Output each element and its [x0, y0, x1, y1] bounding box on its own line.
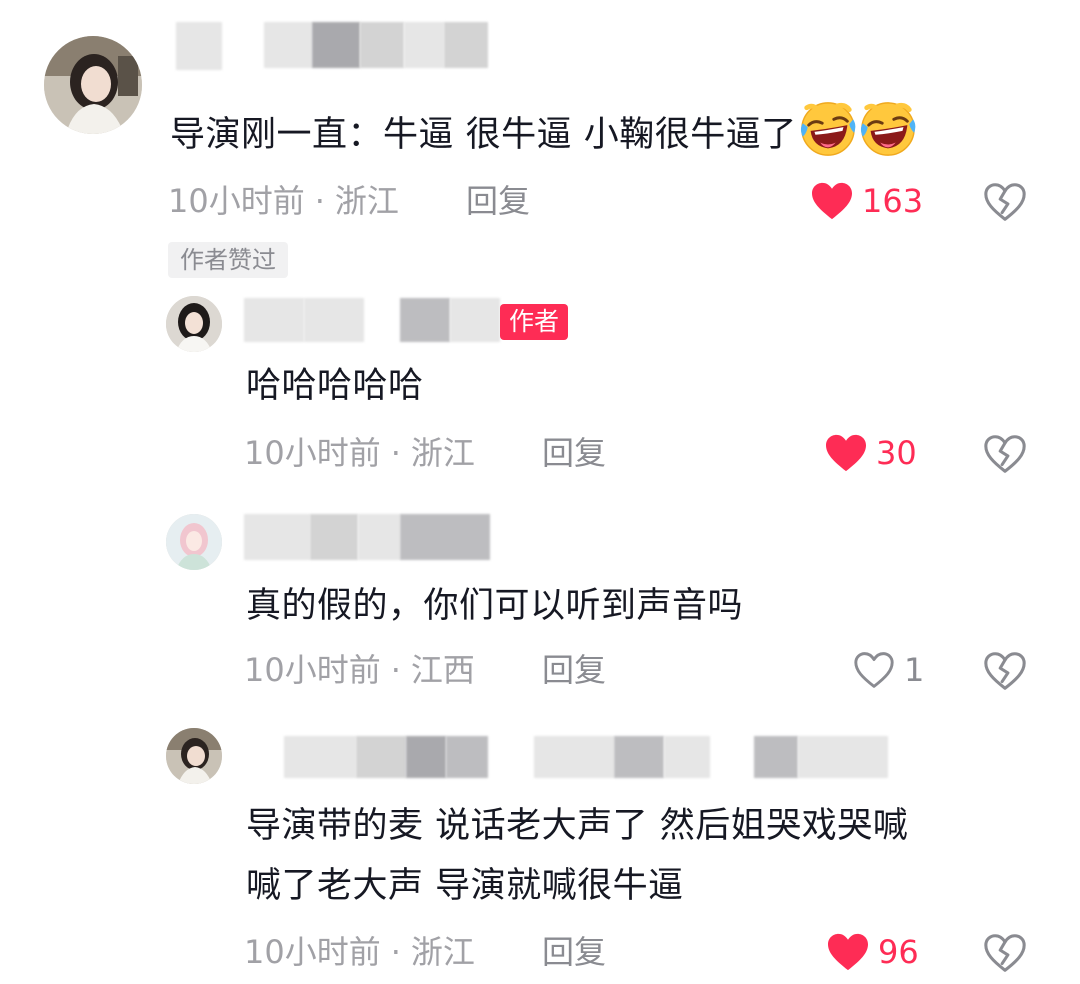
comment-time: 10小时前 [244, 651, 381, 689]
comment-text-line: 喊了老大声 导演就喊很牛逼 [246, 866, 684, 906]
avatar-image-icon [166, 296, 222, 352]
comment-item: 作者 哈哈哈哈哈 10小时前 · 浙江 回复 30 [0, 290, 1080, 490]
comment-meta: 10小时前 · 江西 [244, 650, 475, 690]
like-button[interactable]: 163 [810, 179, 923, 223]
comment-item: 真的假的，你们可以听到声音吗 10小时前 · 江西 回复 1 [0, 510, 1080, 710]
comment-meta: 10小时前 · 浙江 [168, 181, 399, 221]
comment-location: 浙江 [334, 182, 399, 220]
comment-text: 哈哈哈哈哈 [246, 366, 424, 406]
comment-location: 浙江 [410, 434, 475, 472]
comment-text: 导演带的麦 说话老大声了 然后姐哭戏哭喊 喊了老大声 导演就喊很牛逼 [246, 796, 908, 916]
author-badge: 作者 [500, 304, 569, 340]
reply-button[interactable]: 回复 [542, 433, 606, 473]
meta-dot: · [390, 933, 401, 971]
reply-button[interactable]: 回复 [466, 181, 530, 221]
like-count: 30 [876, 434, 917, 472]
dislike-icon[interactable] [982, 649, 1028, 693]
avatar[interactable] [166, 728, 222, 784]
author-liked-tag: 作者赞过 [168, 242, 288, 278]
comment-time: 10小时前 [168, 182, 305, 220]
username-redacted[interactable] [244, 298, 514, 346]
avatar-image-icon [166, 728, 222, 784]
comment-location: 江西 [410, 651, 475, 689]
username-redacted[interactable] [244, 736, 894, 784]
rofl-emoji-icon [859, 100, 917, 158]
avatar[interactable] [166, 514, 222, 570]
heart-outline-icon [852, 650, 896, 690]
username-redacted[interactable] [244, 514, 494, 562]
reply-button[interactable]: 回复 [542, 650, 606, 690]
avatar-image-icon [166, 514, 222, 570]
comment-time: 10小时前 [244, 933, 381, 971]
avatar[interactable] [166, 296, 222, 352]
heart-filled-icon [824, 433, 868, 473]
rofl-emoji-icon [799, 100, 857, 158]
like-button[interactable]: 1 [852, 648, 924, 692]
like-count: 1 [904, 651, 925, 689]
comment-item: 导演带的麦 说话老大声了 然后姐哭戏哭喊 喊了老大声 导演就喊很牛逼 10小时前… [0, 722, 1080, 984]
username-redacted[interactable] [176, 22, 496, 70]
meta-dot: · [390, 434, 401, 472]
comment-text: 真的假的，你们可以听到声音吗 [246, 586, 744, 626]
like-count: 96 [878, 933, 919, 971]
comment-item: 导演刚一直：牛逼 很牛逼 小鞠很牛逼了 10小时前 · 浙江 回复 163 作者赞过 [0, 0, 1080, 290]
like-count: 163 [862, 182, 924, 220]
avatar-image-icon [44, 36, 142, 134]
dislike-icon[interactable] [982, 180, 1028, 224]
like-button[interactable]: 96 [826, 930, 919, 974]
comment-location: 浙江 [410, 933, 475, 971]
meta-dot: · [390, 651, 401, 689]
meta-dot: · [314, 182, 325, 220]
dislike-icon[interactable] [982, 432, 1028, 476]
like-button[interactable]: 30 [824, 431, 917, 475]
comment-time: 10小时前 [244, 434, 381, 472]
comment-text-content: 导演刚一直：牛逼 很牛逼 小鞠很牛逼了 [170, 115, 797, 155]
comment-text-line: 导演带的麦 说话老大声了 然后姐哭戏哭喊 [246, 806, 909, 846]
reply-button[interactable]: 回复 [542, 932, 606, 972]
heart-filled-icon [826, 932, 870, 972]
comment-meta: 10小时前 · 浙江 [244, 932, 475, 972]
comment-text: 导演刚一直：牛逼 很牛逼 小鞠很牛逼了 [170, 100, 917, 161]
comment-meta: 10小时前 · 浙江 [244, 433, 475, 473]
avatar[interactable] [44, 36, 142, 134]
dislike-icon[interactable] [982, 931, 1028, 975]
heart-filled-icon [810, 181, 854, 221]
